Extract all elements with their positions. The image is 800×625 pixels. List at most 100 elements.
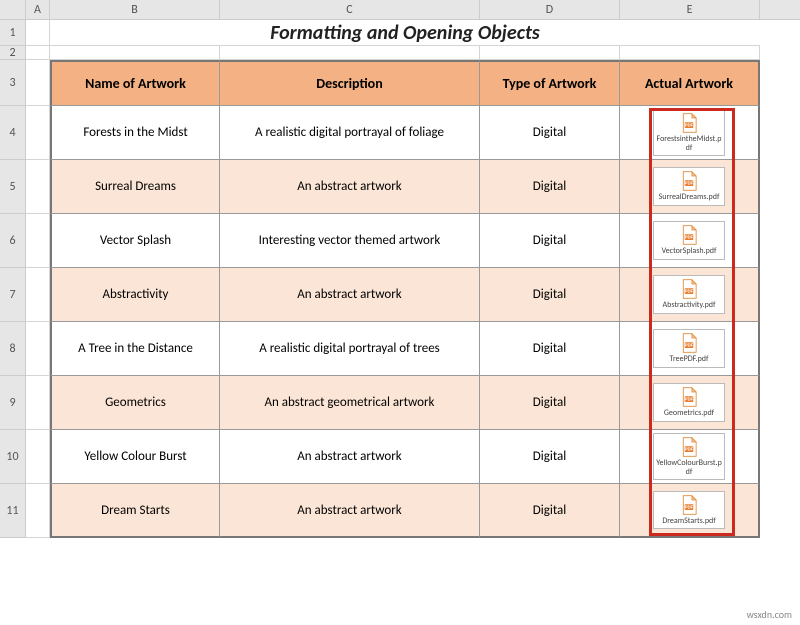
- table-header-name[interactable]: Name of Artwork: [50, 60, 220, 106]
- table-cell-artwork[interactable]: PDF DreamStarts.pdf: [620, 484, 760, 538]
- cell-a10[interactable]: [26, 430, 50, 484]
- row-header-1[interactable]: 1: [0, 20, 25, 46]
- table-cell-name[interactable]: Yellow Colour Burst: [50, 430, 220, 484]
- table-cell-name[interactable]: Vector Splash: [50, 214, 220, 268]
- table-cell-type[interactable]: Digital: [480, 484, 620, 538]
- row-header-col: 1 2 3 4 5 6 7 8 9 10 11: [0, 20, 26, 538]
- watermark: wsxdn.com: [747, 608, 792, 621]
- embedded-pdf-filename: Geometrics.pdf: [664, 409, 714, 417]
- table-cell-desc[interactable]: An abstract artwork: [220, 268, 480, 322]
- embedded-pdf-object[interactable]: PDF VectorSplash.pdf: [653, 221, 725, 259]
- cell-a7[interactable]: [26, 268, 50, 322]
- cell-a11[interactable]: [26, 484, 50, 538]
- table-cell-artwork[interactable]: PDF TreePDF.pdf: [620, 322, 760, 376]
- table-cell-desc[interactable]: An abstract geometrical artwork: [220, 376, 480, 430]
- row-header-10[interactable]: 10: [0, 430, 25, 484]
- row-header-9[interactable]: 9: [0, 376, 25, 430]
- cell-a6[interactable]: [26, 214, 50, 268]
- table-cell-type[interactable]: Digital: [480, 376, 620, 430]
- row-header-7[interactable]: 7: [0, 268, 25, 322]
- table-cell-name[interactable]: Dream Starts: [50, 484, 220, 538]
- table-cell-artwork[interactable]: PDF Abstractivity.pdf: [620, 268, 760, 322]
- grid-area: Formatting and Opening Objects Name of A…: [26, 20, 760, 538]
- table-cell-desc[interactable]: An abstract artwork: [220, 160, 480, 214]
- table-cell-desc[interactable]: An abstract artwork: [220, 484, 480, 538]
- page-title[interactable]: Formatting and Opening Objects: [50, 20, 760, 46]
- table-cell-type[interactable]: Digital: [480, 160, 620, 214]
- table-header-type[interactable]: Type of Artwork: [480, 60, 620, 106]
- row-header-11[interactable]: 11: [0, 484, 25, 538]
- svg-text:PDF: PDF: [685, 343, 694, 348]
- embedded-pdf-object[interactable]: PDF YellowColourBurst.pdf: [653, 433, 725, 480]
- embedded-pdf-object[interactable]: PDF DreamStarts.pdf: [653, 491, 725, 529]
- embedded-pdf-filename: SurrealDreams.pdf: [659, 193, 720, 201]
- row-header-8[interactable]: 8: [0, 322, 25, 376]
- embedded-pdf-filename: Abstractivity.pdf: [663, 301, 716, 309]
- table-cell-name[interactable]: Forests in the Midst: [50, 106, 220, 160]
- embedded-pdf-object[interactable]: PDF SurrealDreams.pdf: [653, 167, 725, 205]
- pdf-file-icon: PDF: [680, 387, 698, 407]
- pdf-file-icon: PDF: [680, 495, 698, 515]
- column-header-e[interactable]: E: [620, 0, 760, 19]
- cell-b2[interactable]: [50, 46, 220, 60]
- pdf-file-icon: PDF: [680, 279, 698, 299]
- cell-e2[interactable]: [620, 46, 760, 60]
- table-header-artwork[interactable]: Actual Artwork: [620, 60, 760, 106]
- svg-text:PDF: PDF: [685, 235, 694, 240]
- column-header-row: A B C D E: [0, 0, 800, 20]
- table-cell-type[interactable]: Digital: [480, 268, 620, 322]
- table-cell-desc[interactable]: A realistic digital portrayal of trees: [220, 322, 480, 376]
- embedded-pdf-object[interactable]: PDF Geometrics.pdf: [653, 383, 725, 421]
- spreadsheet: A B C D E 1 2 3 4 5 6 7 8 9 10 11 Format…: [0, 0, 800, 625]
- svg-text:PDF: PDF: [685, 504, 694, 509]
- table-cell-type[interactable]: Digital: [480, 214, 620, 268]
- table-cell-artwork[interactable]: PDF ForestsintheMidst.pdf: [620, 106, 760, 160]
- embedded-pdf-filename: DreamStarts.pdf: [662, 517, 715, 525]
- cell-a8[interactable]: [26, 322, 50, 376]
- row-header-5[interactable]: 5: [0, 160, 25, 214]
- table-cell-desc[interactable]: Interesting vector themed artwork: [220, 214, 480, 268]
- select-all-corner[interactable]: [0, 0, 26, 19]
- row-header-2[interactable]: 2: [0, 46, 25, 60]
- cell-a2[interactable]: [26, 46, 50, 60]
- cell-a3[interactable]: [26, 60, 50, 106]
- embedded-pdf-object[interactable]: PDF Abstractivity.pdf: [653, 275, 725, 313]
- table-cell-artwork[interactable]: PDF VectorSplash.pdf: [620, 214, 760, 268]
- column-header-b[interactable]: B: [50, 0, 220, 19]
- table-header-desc[interactable]: Description: [220, 60, 480, 106]
- column-header-a[interactable]: A: [26, 0, 50, 19]
- table-cell-name[interactable]: Surreal Dreams: [50, 160, 220, 214]
- cell-a4[interactable]: [26, 106, 50, 160]
- cell-a1[interactable]: [26, 20, 50, 46]
- pdf-file-icon: PDF: [680, 333, 698, 353]
- table-cell-artwork[interactable]: PDF Geometrics.pdf: [620, 376, 760, 430]
- cell-a5[interactable]: [26, 160, 50, 214]
- table-cell-name[interactable]: A Tree in the Distance: [50, 322, 220, 376]
- cell-a9[interactable]: [26, 376, 50, 430]
- pdf-file-icon: PDF: [680, 171, 698, 191]
- cell-d2[interactable]: [480, 46, 620, 60]
- table-cell-artwork[interactable]: PDF SurrealDreams.pdf: [620, 160, 760, 214]
- column-header-c[interactable]: C: [220, 0, 480, 19]
- table-cell-artwork[interactable]: PDF YellowColourBurst.pdf: [620, 430, 760, 484]
- pdf-file-icon: PDF: [680, 225, 698, 245]
- table-cell-type[interactable]: Digital: [480, 430, 620, 484]
- embedded-pdf-filename: TreePDF.pdf: [670, 355, 709, 363]
- embedded-pdf-object[interactable]: PDF TreePDF.pdf: [653, 329, 725, 367]
- row-header-3[interactable]: 3: [0, 60, 25, 106]
- table-cell-type[interactable]: Digital: [480, 106, 620, 160]
- table-cell-name[interactable]: Abstractivity: [50, 268, 220, 322]
- table-cell-desc[interactable]: An abstract artwork: [220, 430, 480, 484]
- cell-c2[interactable]: [220, 46, 480, 60]
- column-header-d[interactable]: D: [480, 0, 620, 19]
- table-cell-name[interactable]: Geometrics: [50, 376, 220, 430]
- embedded-pdf-filename: VectorSplash.pdf: [662, 247, 717, 255]
- table-cell-type[interactable]: Digital: [480, 322, 620, 376]
- row-header-6[interactable]: 6: [0, 214, 25, 268]
- row-header-4[interactable]: 4: [0, 106, 25, 160]
- svg-text:PDF: PDF: [685, 123, 694, 128]
- svg-text:PDF: PDF: [685, 447, 694, 452]
- embedded-pdf-object[interactable]: PDF ForestsintheMidst.pdf: [653, 109, 725, 156]
- pdf-file-icon: PDF: [680, 437, 698, 457]
- table-cell-desc[interactable]: A realistic digital portrayal of foliage: [220, 106, 480, 160]
